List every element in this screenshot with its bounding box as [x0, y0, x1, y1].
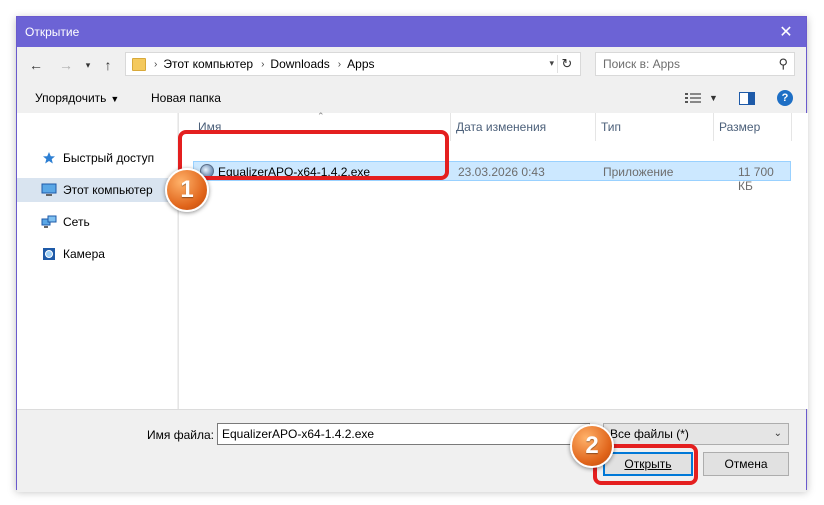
filetype-value: Все файлы (*): [610, 427, 689, 441]
column-header-date[interactable]: Дата изменения: [451, 113, 596, 141]
chevron-down-icon: ▼: [709, 93, 718, 103]
file-type: Приложение: [603, 165, 674, 179]
computer-icon: [41, 183, 57, 197]
folder-icon: [132, 57, 146, 71]
file-size: 11 700 КБ: [738, 165, 774, 193]
breadcrumb-label: Apps: [347, 57, 375, 71]
preview-pane-icon: [739, 91, 755, 105]
column-header-size[interactable]: Размер: [714, 113, 792, 141]
search-placeholder: Поиск в: Apps: [603, 57, 680, 71]
cancel-button[interactable]: Отмена: [703, 452, 789, 476]
nav-item-label: Быстрый доступ: [63, 151, 155, 165]
new-folder-button[interactable]: Новая папка: [151, 91, 221, 105]
command-toolbar: Упорядочить ▼ Новая папка ▼ ?: [17, 83, 806, 113]
breadcrumb-label: Downloads: [270, 57, 330, 71]
nav-item-label: Камера: [63, 247, 105, 261]
nav-item-label: Сеть: [63, 215, 90, 229]
forward-arrow-icon[interactable]: →: [57, 56, 75, 74]
chevron-right-icon: ›: [337, 58, 342, 70]
column-header-type[interactable]: Тип: [596, 113, 714, 141]
refresh-icon[interactable]: ↻: [557, 55, 576, 73]
window-title: Открытие: [25, 25, 80, 39]
nav-item-label: Этот компьютер: [63, 183, 153, 197]
search-icon: ⚲: [778, 56, 788, 71]
chevron-down-icon: ▼: [110, 94, 120, 104]
star-icon: [41, 151, 57, 165]
filename-label: Имя файла:: [147, 428, 214, 442]
nav-item-network[interactable]: Сеть: [17, 210, 177, 234]
nav-item-camera[interactable]: Камера: [17, 242, 177, 266]
breadcrumb-apps[interactable]: › Apps: [338, 57, 375, 71]
breadcrumb-label: Этот компьютер: [163, 57, 254, 71]
address-dropdown-icon[interactable]: ▾: [549, 58, 554, 69]
up-arrow-icon[interactable]: ↑: [99, 56, 117, 74]
chevron-down-icon: ⌄: [773, 428, 782, 439]
filename-input[interactable]: EqualizerAPO-x64-1.4.2.exe: [217, 423, 590, 445]
close-icon[interactable]: ✕: [766, 17, 806, 47]
title-bar: Открытие ✕: [17, 17, 806, 47]
nav-item-this-pc[interactable]: Этот компьютер: [17, 178, 177, 202]
breadcrumb-this-pc[interactable]: › Этот компьютер: [154, 57, 253, 71]
highlight-file-row: [178, 130, 449, 180]
organize-button[interactable]: Упорядочить ▼: [35, 91, 119, 105]
back-arrow-icon[interactable]: ←: [27, 56, 45, 74]
search-input[interactable]: Поиск в: Apps ⚲: [595, 52, 795, 76]
address-row: ← → ▾ ↑ › Этот компьютер › Downloads › Apps…: [17, 47, 806, 83]
nav-item-quick-access[interactable]: Быстрый доступ: [17, 146, 177, 170]
file-date: 23.03.2026 0:43: [458, 165, 545, 179]
address-bar[interactable]: › Этот компьютер › Downloads › Apps ▾ ↻: [125, 52, 581, 76]
step-badge-2: 2: [570, 424, 614, 468]
network-icon: [41, 215, 57, 229]
organize-label: Упорядочить: [35, 91, 107, 105]
open-file-dialog: Открытие ✕ ← → ▾ ↑ › Этот компьютер › Down…: [16, 16, 808, 492]
help-icon[interactable]: ?: [777, 90, 793, 106]
details-view-icon: [685, 93, 701, 103]
breadcrumb-downloads[interactable]: › Downloads: [261, 57, 330, 71]
view-options-button[interactable]: ▼: [685, 90, 718, 106]
step-badge-1: 1: [165, 168, 209, 212]
chevron-right-icon: ›: [261, 58, 265, 70]
filetype-select[interactable]: Все файлы (*) ⌄: [603, 423, 789, 445]
camera-icon: [41, 247, 57, 261]
recent-locations-chevron-icon[interactable]: ▾: [79, 56, 97, 74]
chevron-right-icon: ›: [154, 58, 158, 70]
navigation-pane: Быстрый доступ Этот компьютер Сеть Камер…: [17, 113, 177, 409]
preview-pane-button[interactable]: [739, 90, 755, 106]
